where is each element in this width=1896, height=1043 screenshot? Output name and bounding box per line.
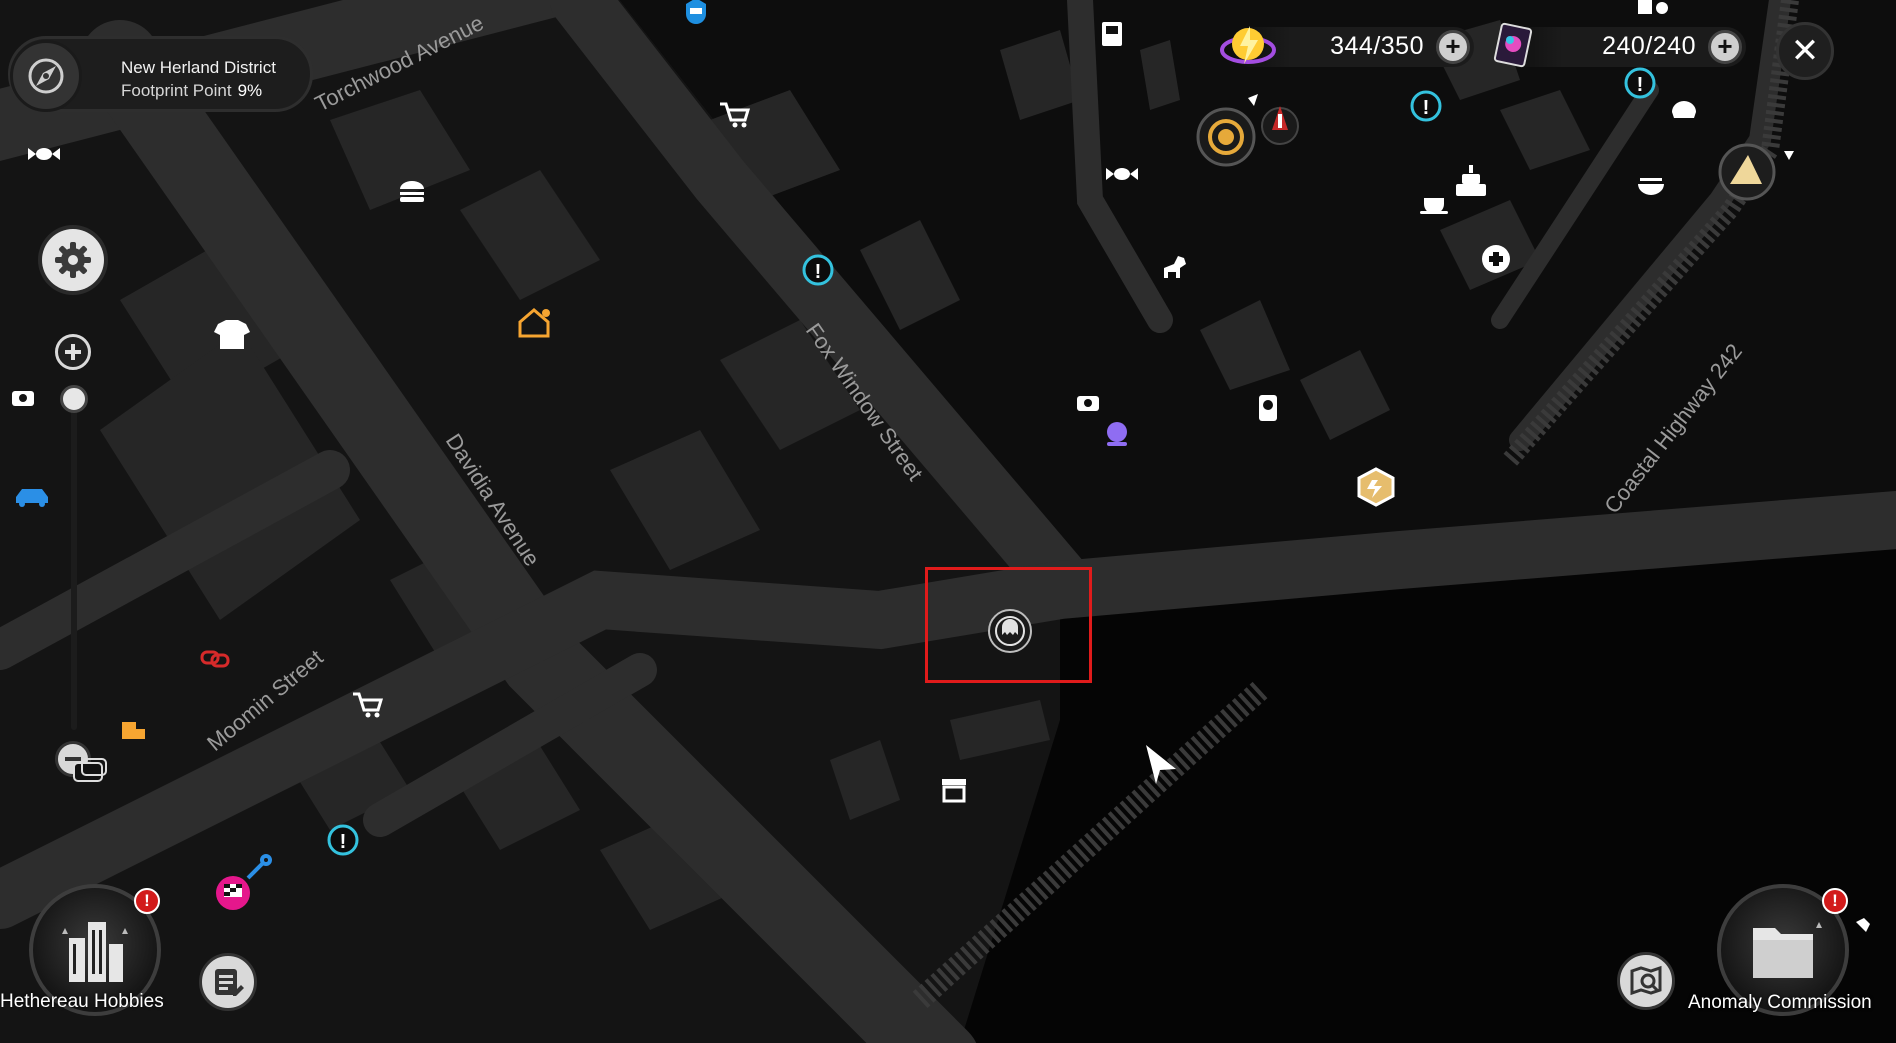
- quest-marker[interactable]: !: [1624, 67, 1656, 99]
- layers-icon[interactable]: [70, 755, 110, 785]
- race-flag-icon[interactable]: [216, 876, 250, 910]
- card-currency: 240/240 +: [1502, 27, 1746, 67]
- zoom-in-button[interactable]: [55, 334, 91, 370]
- memo-edit-icon: [215, 969, 244, 996]
- compass-button[interactable]: [10, 40, 82, 112]
- plus-icon: [65, 344, 81, 360]
- svg-text:!: !: [1423, 97, 1430, 119]
- energy-station-icon[interactable]: [1357, 467, 1395, 507]
- footprint-percent: 9%: [237, 81, 263, 100]
- zoom-slider-handle[interactable]: [60, 385, 88, 413]
- footprint-label: Footprint Point: [121, 81, 232, 100]
- card-value: 240/240: [1602, 32, 1696, 60]
- add-battery-button[interactable]: +: [1436, 30, 1470, 64]
- fortune-crystal-icon[interactable]: [1107, 422, 1127, 446]
- svg-text:!: !: [340, 831, 347, 853]
- svg-text:!: !: [815, 261, 822, 283]
- footprint-point: Footprint Point 9%: [121, 81, 262, 101]
- anomaly-commission-label: Anomaly Commission: [1688, 992, 1872, 1013]
- hobbies-alert-badge: !: [134, 888, 160, 914]
- quest-marker[interactable]: !: [1410, 90, 1442, 122]
- svg-text:!: !: [1637, 74, 1644, 96]
- battery-orb-icon: [1220, 26, 1276, 64]
- map-search-button[interactable]: [1617, 952, 1675, 1010]
- hollow-target-icon[interactable]: [1196, 107, 1256, 167]
- phone-booth-icon[interactable]: [1259, 395, 1277, 421]
- settings-button[interactable]: [42, 229, 104, 291]
- quest-marker[interactable]: !: [327, 824, 359, 856]
- quest-marker[interactable]: !: [802, 254, 834, 286]
- bookstore-icon[interactable]: [1102, 22, 1122, 46]
- district-name: New Herland District: [121, 58, 276, 77]
- gear-icon: [55, 242, 91, 278]
- add-card-button[interactable]: +: [1708, 30, 1742, 64]
- zoom-slider-track[interactable]: [71, 385, 77, 730]
- compass-icon: [28, 58, 64, 94]
- camera-icon[interactable]: [1077, 396, 1099, 411]
- memo-button[interactable]: [199, 953, 257, 1011]
- map-search-icon: [1630, 965, 1662, 996]
- commission-alert-badge: !: [1822, 888, 1848, 914]
- camera-icon[interactable]: [12, 391, 34, 406]
- clinic-icon[interactable]: [1482, 245, 1510, 273]
- hethereau-hobbies-label: Hethereau Hobbies: [0, 991, 164, 1012]
- battery-value: 344/350: [1330, 32, 1424, 60]
- city-map[interactable]: Torchwood Avenue Fox Window Street David…: [0, 0, 1896, 1043]
- close-button[interactable]: ✕: [1776, 22, 1834, 80]
- police-station-icon[interactable]: [686, 0, 706, 24]
- close-icon: ✕: [1790, 32, 1820, 70]
- selected-location-highlight: [925, 567, 1092, 683]
- tarot-card-icon: [1493, 22, 1533, 68]
